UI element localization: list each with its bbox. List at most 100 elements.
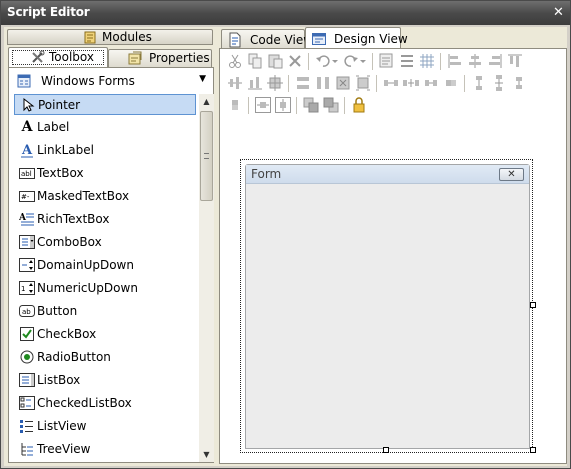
- horizontal-spacing-increase-icon[interactable]: [402, 74, 420, 92]
- properties-icon: [128, 51, 142, 65]
- same-width-icon[interactable]: [294, 74, 312, 92]
- toolbox-scrollbar[interactable]: ▲ ▼: [199, 94, 214, 462]
- editor-client-area: Modules Toolbox Properties Windows Forms…: [4, 27, 567, 466]
- form-selection-frame[interactable]: Form ✕: [240, 159, 536, 453]
- grid-icon[interactable]: [418, 52, 436, 70]
- list-item-textbox[interactable]: abl TextBox: [14, 163, 196, 184]
- list-item-radiobutton[interactable]: RadioButton: [14, 347, 196, 368]
- list-item-numericupdown[interactable]: 1 NumericUpDown: [14, 278, 196, 299]
- align-top-icon[interactable]: [506, 52, 524, 70]
- chevron-down-icon[interactable]: ▼: [199, 74, 206, 84]
- center-both-icon[interactable]: [266, 74, 284, 92]
- lock-controls-icon[interactable]: [350, 96, 368, 114]
- vertical-spacing-equal-icon[interactable]: [470, 74, 488, 92]
- resize-handle-bottom-right[interactable]: [530, 447, 536, 453]
- category-dropdown[interactable]: Windows Forms ▼: [12, 70, 208, 92]
- pointer-icon: [23, 97, 35, 112]
- vertical-spacing-increase-icon[interactable]: [490, 74, 508, 92]
- list-item-combobox[interactable]: ComboBox: [14, 232, 196, 253]
- align-center-icon[interactable]: [466, 52, 484, 70]
- radiobutton-icon: [20, 350, 34, 364]
- tab-code-view[interactable]: Code View: [221, 29, 313, 49]
- align-left-icon[interactable]: [446, 52, 464, 70]
- item-label: ComboBox: [37, 235, 102, 249]
- list-item-listview[interactable]: ListView: [14, 416, 196, 437]
- copy-icon[interactable]: [246, 52, 264, 70]
- item-label: Button: [37, 304, 78, 318]
- tab-modules-label: Modules: [102, 30, 152, 44]
- horizontal-spacing-remove-icon[interactable]: [442, 74, 460, 92]
- svg-text:ab: ab: [22, 308, 31, 316]
- delete-icon[interactable]: [286, 52, 304, 70]
- richtextbox-icon: A: [19, 213, 34, 226]
- grip-icon: [204, 153, 209, 159]
- cut-icon[interactable]: [226, 52, 244, 70]
- same-height-icon[interactable]: [314, 74, 332, 92]
- tab-order-icon[interactable]: [398, 52, 416, 70]
- align-right-icon[interactable]: [486, 52, 504, 70]
- align-middle-icon[interactable]: [226, 74, 244, 92]
- toolbar-separator: [372, 53, 373, 70]
- toolbar-separator: [308, 53, 309, 70]
- svg-text:1: 1: [21, 285, 25, 293]
- undo-dropdown-icon[interactable]: [330, 52, 340, 70]
- scroll-thumb[interactable]: [200, 111, 213, 201]
- designer-form[interactable]: Form ✕: [245, 164, 530, 449]
- same-size-icon[interactable]: [334, 74, 352, 92]
- list-item-pointer[interactable]: Pointer: [14, 94, 196, 115]
- item-label: Pointer: [38, 98, 81, 112]
- scroll-down-icon[interactable]: ▼: [199, 447, 214, 462]
- paste-icon[interactable]: [266, 52, 284, 70]
- align-bottom-icon[interactable]: [246, 74, 264, 92]
- toolbar-row-3: [224, 95, 562, 117]
- vertical-spacing-decrease-icon[interactable]: [510, 74, 528, 92]
- svg-text:A: A: [21, 143, 33, 158]
- title-bar: Script Editor ✕: [1, 1, 570, 25]
- properties-window-icon[interactable]: [378, 52, 396, 70]
- design-view-icon: [312, 33, 326, 45]
- center-vertically-icon[interactable]: [274, 96, 292, 114]
- vertical-spacing-remove-icon[interactable]: [226, 96, 244, 114]
- form-close-icon[interactable]: ✕: [499, 168, 524, 181]
- svg-text:abl: abl: [21, 170, 32, 178]
- list-item-checkedlistbox[interactable]: CheckedListBox: [14, 393, 196, 414]
- scroll-up-icon[interactable]: ▲: [199, 94, 214, 109]
- list-item-button[interactable]: ab Button: [14, 301, 196, 322]
- item-label: ListView: [37, 419, 87, 433]
- checkedlistbox-icon: [19, 396, 35, 410]
- list-item-richtextbox[interactable]: A RichTextBox: [14, 209, 196, 230]
- list-item-label[interactable]: A Label: [14, 117, 196, 138]
- list-item-checkbox[interactable]: CheckBox: [14, 324, 196, 345]
- list-item-domainupdown[interactable]: DomainUpDown: [14, 255, 196, 276]
- left-tab-row: Toolbox Properties: [6, 45, 214, 67]
- resize-handle-right[interactable]: [530, 302, 536, 308]
- toolbox-list: Pointer A Label A LinkLabel abl TextBox: [12, 94, 197, 462]
- horizontal-spacing-decrease-icon[interactable]: [422, 74, 440, 92]
- modules-icon: [84, 31, 96, 44]
- list-item-listbox[interactable]: ListBox: [14, 370, 196, 391]
- list-item-treeview[interactable]: TreeView: [14, 439, 196, 460]
- center-horizontally-icon[interactable]: [254, 96, 272, 114]
- size-to-grid-icon[interactable]: [354, 74, 372, 92]
- bring-to-front-icon[interactable]: [302, 96, 320, 114]
- tab-toolbox[interactable]: Toolbox: [8, 47, 108, 67]
- list-item-maskedtextbox[interactable]: #- MaskedTextBox: [14, 186, 196, 207]
- tab-design-view-label: Design View: [334, 32, 408, 46]
- list-item-linklabel[interactable]: A LinkLabel: [14, 140, 196, 161]
- redo-dropdown-icon[interactable]: [358, 52, 368, 70]
- horizontal-spacing-equal-icon[interactable]: [382, 74, 400, 92]
- tab-properties[interactable]: Properties: [108, 49, 212, 67]
- item-label: TextBox: [37, 166, 84, 180]
- tab-design-view[interactable]: Design View: [305, 27, 408, 49]
- toolbar-separator: [296, 97, 297, 114]
- form-title-bar[interactable]: Form ✕: [246, 165, 529, 184]
- item-label: RadioButton: [37, 350, 111, 364]
- resize-handle-bottom[interactable]: [383, 447, 389, 453]
- tab-code-view-label: Code View: [250, 33, 314, 47]
- send-to-back-icon[interactable]: [322, 96, 340, 114]
- close-icon[interactable]: ✕: [551, 5, 566, 20]
- script-editor-window: Script Editor ✕ Modules Toolbox Properti…: [0, 0, 571, 469]
- listview-icon: [20, 420, 33, 433]
- tab-modules[interactable]: Modules: [7, 29, 213, 45]
- toolbar-row-2: [224, 73, 562, 95]
